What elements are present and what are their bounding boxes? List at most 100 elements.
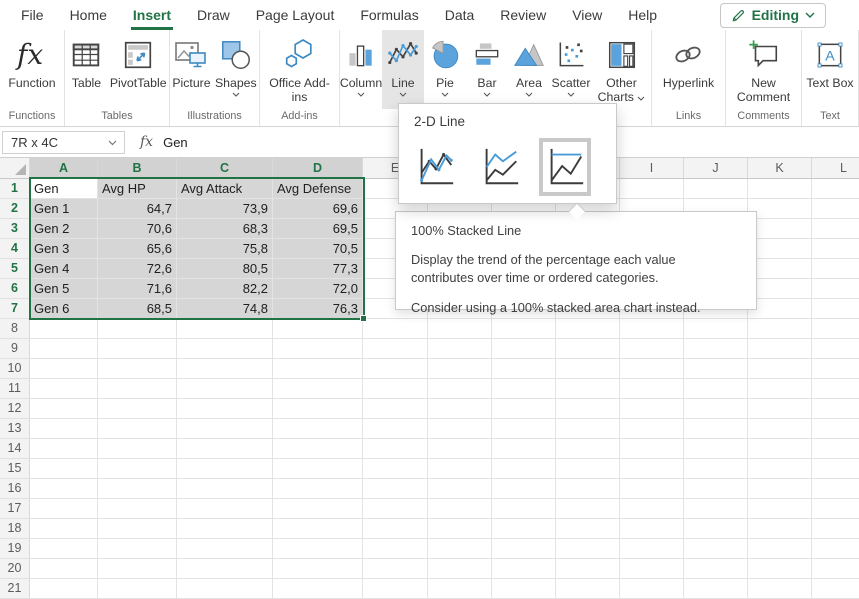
cell-C9[interactable] [177,339,273,359]
cell-G14[interactable] [492,439,556,459]
cell-C12[interactable] [177,399,273,419]
menu-item-insert[interactable]: Insert [120,0,184,30]
cell-D7[interactable]: 76,3 [273,299,363,319]
cell-J15[interactable] [684,459,748,479]
cell-G16[interactable] [492,479,556,499]
cell-G15[interactable] [492,459,556,479]
ribbon-pie-button[interactable]: Pie [424,30,466,109]
cell-G12[interactable] [492,399,556,419]
row-header-4[interactable]: 4 [0,239,30,259]
cell-E12[interactable] [363,399,428,419]
cell-A16[interactable] [30,479,98,499]
cell-I11[interactable] [620,379,684,399]
cell-D20[interactable] [273,559,363,579]
cell-B10[interactable] [98,359,177,379]
ribbon-table-button[interactable]: Table [65,30,107,109]
cell-A7[interactable]: Gen 6 [30,299,98,319]
cell-L13[interactable] [812,419,859,439]
cell-F15[interactable] [428,459,492,479]
flyout-option-stacked-line[interactable] [474,138,526,196]
cell-K7[interactable] [748,299,812,319]
cell-H15[interactable] [556,459,620,479]
column-header-i[interactable]: I [620,158,684,179]
cell-B17[interactable] [98,499,177,519]
cell-E13[interactable] [363,419,428,439]
column-header-b[interactable]: B [98,158,177,179]
cell-J17[interactable] [684,499,748,519]
ribbon-area-button[interactable]: Area [508,30,550,109]
row-header-14[interactable]: 14 [0,439,30,459]
flyout-option-100-stacked-line[interactable] [539,138,591,196]
column-header-j[interactable]: J [684,158,748,179]
row-header-19[interactable]: 19 [0,539,30,559]
cell-E9[interactable] [363,339,428,359]
row-header-13[interactable]: 13 [0,419,30,439]
cell-A19[interactable] [30,539,98,559]
cell-E8[interactable] [363,319,428,339]
cell-D5[interactable]: 77,3 [273,259,363,279]
row-header-15[interactable]: 15 [0,459,30,479]
cell-L8[interactable] [812,319,859,339]
column-header-k[interactable]: K [748,158,812,179]
cell-L5[interactable] [812,259,859,279]
cell-D11[interactable] [273,379,363,399]
cell-L6[interactable] [812,279,859,299]
cell-H13[interactable] [556,419,620,439]
cell-I14[interactable] [620,439,684,459]
cell-L3[interactable] [812,219,859,239]
cell-A2[interactable]: Gen 1 [30,199,98,219]
cell-F14[interactable] [428,439,492,459]
ribbon-column-button[interactable]: Column [340,30,382,109]
cell-F9[interactable] [428,339,492,359]
column-header-a[interactable]: A [30,158,98,179]
column-header-c[interactable]: C [177,158,273,179]
column-header-l[interactable]: L [812,158,859,179]
cell-D1[interactable]: Avg Defense [273,179,363,199]
cell-D8[interactable] [273,319,363,339]
cell-H14[interactable] [556,439,620,459]
cell-I16[interactable] [620,479,684,499]
cell-A13[interactable] [30,419,98,439]
cell-C18[interactable] [177,519,273,539]
cell-E11[interactable] [363,379,428,399]
cell-A17[interactable] [30,499,98,519]
cell-I17[interactable] [620,499,684,519]
cell-C17[interactable] [177,499,273,519]
name-box[interactable]: 7R x 4C [2,131,125,154]
cell-E16[interactable] [363,479,428,499]
cell-H19[interactable] [556,539,620,559]
cell-L4[interactable] [812,239,859,259]
cell-K4[interactable] [748,239,812,259]
cell-H11[interactable] [556,379,620,399]
cell-A11[interactable] [30,379,98,399]
cell-D17[interactable] [273,499,363,519]
cell-C6[interactable]: 82,2 [177,279,273,299]
cell-C5[interactable]: 80,5 [177,259,273,279]
cell-D21[interactable] [273,579,363,599]
cell-K20[interactable] [748,559,812,579]
cell-F8[interactable] [428,319,492,339]
row-header-9[interactable]: 9 [0,339,30,359]
cell-K12[interactable] [748,399,812,419]
row-header-17[interactable]: 17 [0,499,30,519]
cell-B2[interactable]: 64,7 [98,199,177,219]
cell-B18[interactable] [98,519,177,539]
cell-G8[interactable] [492,319,556,339]
cell-A10[interactable] [30,359,98,379]
cell-C19[interactable] [177,539,273,559]
cell-J20[interactable] [684,559,748,579]
ribbon-text-box-button[interactable]: AText Box [804,30,855,109]
cell-B11[interactable] [98,379,177,399]
cell-H18[interactable] [556,519,620,539]
cell-H9[interactable] [556,339,620,359]
cell-F10[interactable] [428,359,492,379]
row-header-6[interactable]: 6 [0,279,30,299]
cell-F12[interactable] [428,399,492,419]
menu-item-view[interactable]: View [559,0,615,30]
ribbon-function-button[interactable]: fxFunction [6,30,57,109]
cell-J13[interactable] [684,419,748,439]
cell-A6[interactable]: Gen 5 [30,279,98,299]
cell-K6[interactable] [748,279,812,299]
cell-I8[interactable] [620,319,684,339]
cell-B1[interactable]: Avg HP [98,179,177,199]
